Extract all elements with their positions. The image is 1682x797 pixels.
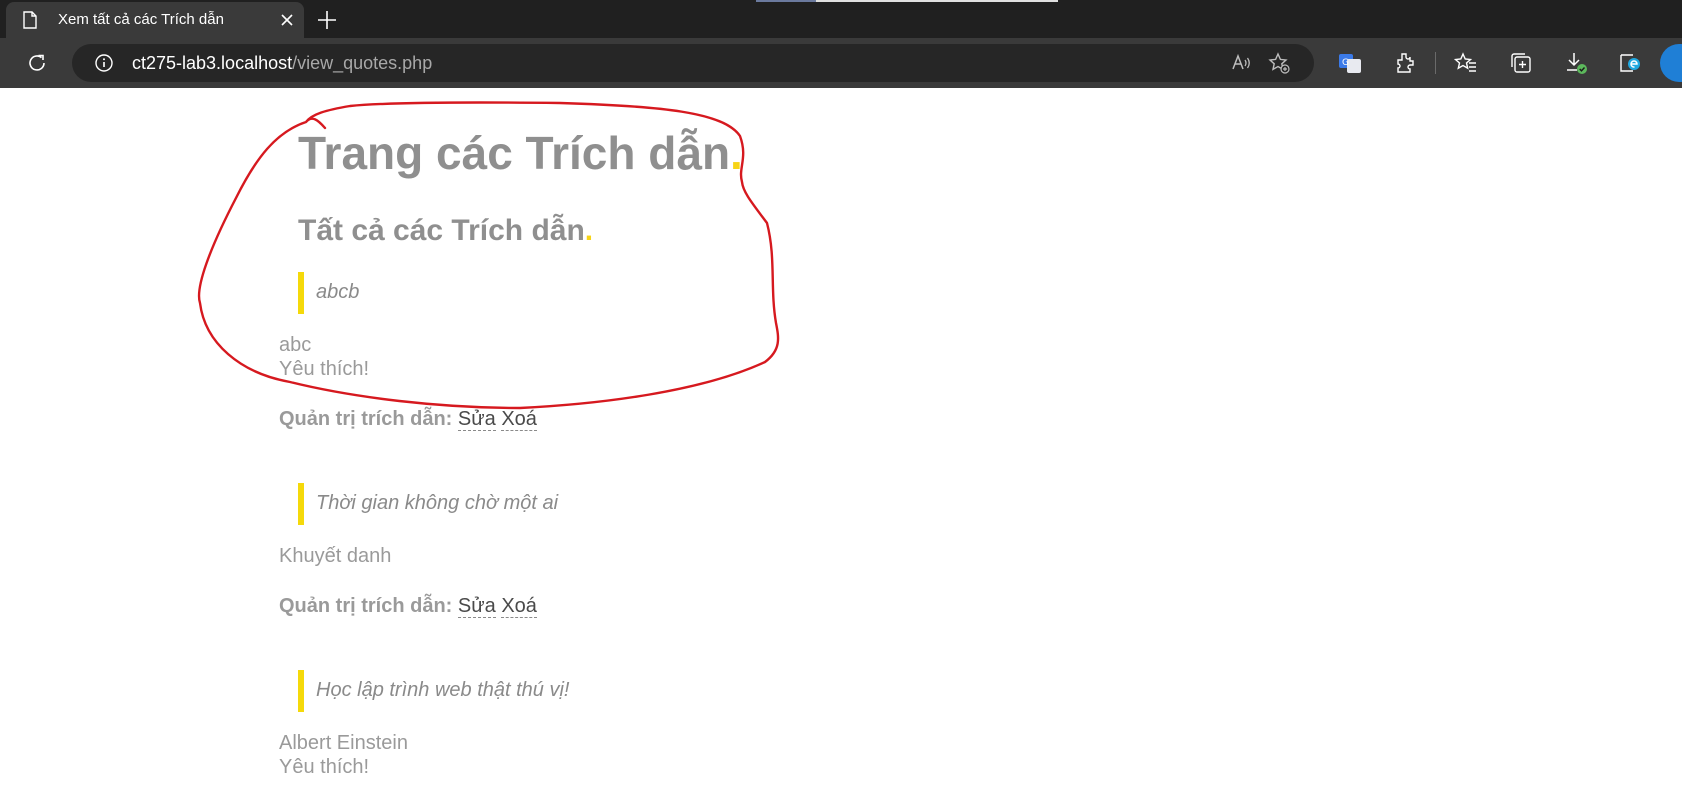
tab-title: Xem tất cả các Trích dẫn (58, 11, 224, 28)
quote-favorite: Yêu thích! (279, 756, 370, 778)
address-bar[interactable]: ct275-lab3.localhost/view_quotes.php (72, 44, 1314, 82)
extensions-icon[interactable] (1393, 51, 1417, 75)
quote-author: Albert Einstein (279, 732, 408, 754)
browser-toolbar: ct275-lab3.localhost/view_quotes.php G (0, 38, 1682, 88)
info-icon[interactable] (94, 53, 114, 73)
quote-text: Học lập trình web thật thú vị! (316, 679, 570, 701)
close-icon[interactable] (278, 11, 296, 29)
edit-link[interactable]: Sửa (457, 595, 496, 618)
svg-text:G: G (1342, 58, 1349, 68)
browser-tab[interactable]: Xem tất cả các Trích dẫn (6, 2, 304, 38)
profile-icon[interactable] (1660, 44, 1682, 82)
favorites-icon[interactable] (1454, 51, 1478, 75)
quote-text: Thời gian không chờ một ai (316, 492, 559, 514)
page-content: Trang các Trích dẫn. Tất cả các Trích dẫ… (0, 88, 1682, 797)
tab-strip: Xem tất cả các Trích dẫn (0, 0, 1682, 38)
quote-block: Học lập trình web thật thú vị! (298, 670, 569, 712)
window-highlight-accent (756, 0, 816, 2)
delete-link[interactable]: Xoá (501, 595, 537, 618)
quote-author: Khuyết danh (279, 545, 392, 567)
quote-admin: Quản trị trích dẫn: Sửa Xoá (279, 595, 537, 618)
read-aloud-icon[interactable] (1230, 52, 1252, 74)
url-text[interactable]: ct275-lab3.localhost/view_quotes.php (132, 53, 432, 74)
favorite-add-icon[interactable] (1268, 52, 1290, 74)
annotation-circle (197, 101, 780, 410)
collections-icon[interactable] (1509, 51, 1533, 75)
plus-icon[interactable] (316, 9, 338, 31)
translate-icon[interactable]: G (1338, 51, 1362, 75)
edge-icon[interactable] (1618, 51, 1642, 75)
quote-admin-label: Quản trị trích dẫn: (279, 595, 453, 617)
url-host: ct275-lab3.localhost (132, 53, 293, 73)
reload-icon[interactable] (26, 52, 48, 74)
quote-block: Thời gian không chờ một ai (298, 483, 558, 525)
toolbar-separator (1435, 52, 1436, 74)
page-icon (23, 11, 37, 29)
url-path: /view_quotes.php (292, 53, 433, 73)
downloads-icon[interactable] (1564, 51, 1588, 75)
